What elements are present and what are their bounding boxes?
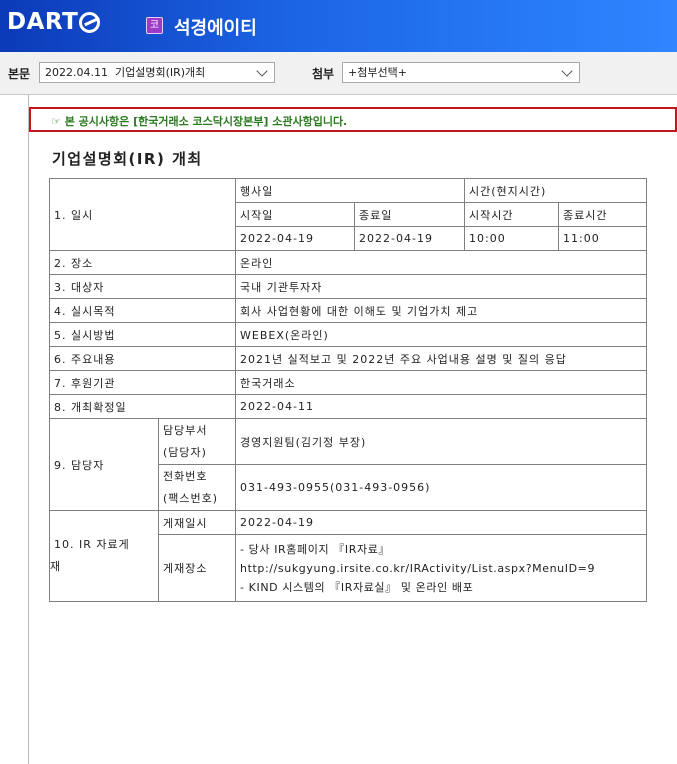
ir-info-table: 1. 일시 행사일 시간(현지시간) 시작일 종료일 시작시간 종료시간 202…: [48, 178, 648, 602]
page-title: 기업설명회(IR) 개최: [52, 150, 203, 168]
target-value: 국내 기관투자자: [235, 274, 648, 299]
dept-value: 경영지원팀(김기정 부장): [235, 418, 648, 465]
end-time-header: 종료시간: [558, 202, 648, 227]
sponsor-value: 한국거래소: [235, 370, 648, 395]
chevron-down-icon: [256, 65, 268, 77]
phone-label-line2: (팩스번호): [163, 491, 219, 505]
end-date-value: 2022-04-19: [354, 226, 466, 251]
start-time-header: 시작시간: [464, 202, 560, 227]
row-label-target: 3. 대상자: [48, 274, 237, 299]
dart-logo-text: DART: [7, 9, 79, 35]
table-row: 8. 개최확정일 2022-04-11: [48, 394, 648, 419]
dept-label-line2: (담당자): [163, 445, 207, 459]
end-date-header: 종료일: [354, 202, 466, 227]
dart-logo[interactable]: DART: [7, 6, 101, 38]
ir-label-line2: 재: [50, 560, 62, 573]
table-row: 3. 대상자 국내 기관투자자: [48, 274, 648, 299]
row-label-method: 5. 실시방법: [48, 322, 237, 347]
purpose-value: 회사 사업현황에 대한 이해도 및 기업가치 제고: [235, 298, 648, 323]
row-label-purpose: 4. 실시목적: [48, 298, 237, 323]
row-label-date: 1. 일시: [48, 178, 237, 251]
ir-site-url: http://sukgyung.irsite.co.kr/IRActivity/…: [240, 561, 596, 575]
document-toolbar: 본문 2022.04.11 기업설명회(IR)개최 첨부 +첨부선택+: [0, 52, 677, 95]
post-place-line3: - KIND 시스템의 『IR자료실』 및 온라인 배포: [240, 580, 474, 594]
content-value: 2021년 실적보고 및 2022년 주요 사업내용 설명 및 질의 응답: [235, 346, 648, 371]
attachment-select-value: +첨부선택+: [348, 66, 407, 79]
start-time-value: 10:00: [464, 226, 560, 251]
table-row: 5. 실시방법 WEBEX(온라인): [48, 322, 648, 347]
row-label-content: 6. 주요내용: [48, 346, 237, 371]
confirm-date-value: 2022-04-11: [235, 394, 648, 419]
post-date-value: 2022-04-19: [235, 510, 648, 535]
main-doc-select-value: 2022.04.11 기업설명회(IR)개최: [45, 66, 206, 79]
dart-logo-o-icon: [79, 11, 101, 33]
time-header: 시간(현지시간): [464, 178, 648, 203]
attachment-select[interactable]: +첨부선택+: [342, 62, 580, 83]
table-row: 7. 후원기관 한국거래소: [48, 370, 648, 395]
end-time-value: 11:00: [558, 226, 648, 251]
event-date-header: 행사일: [235, 178, 466, 203]
dept-label-line1: 담당부서: [163, 423, 208, 437]
chevron-down-icon: [561, 65, 573, 77]
table-row: 10. IR 자료게 재 게재일시 2022-04-19: [49, 510, 648, 602]
table-row: 2. 장소 온라인: [48, 250, 648, 275]
row-label-contact: 9. 담당자: [49, 418, 159, 511]
start-date-header: 시작일: [235, 202, 356, 227]
market-badge: 코: [146, 17, 163, 34]
method-value: WEBEX(온라인): [235, 322, 648, 347]
row-label-ir-material: 10. IR 자료게 재: [49, 510, 159, 602]
phone-value: 031-493-0955(031-493-0956): [235, 464, 648, 511]
post-place-line1: - 당사 IR홈페이지 『IR자료』: [240, 542, 391, 556]
table-row: 9. 담당자 담당부서 (담당자) 경영지원팀(김기정 부장): [49, 418, 648, 511]
phone-label-line1: 전화번호: [163, 469, 208, 483]
place-value: 온라인: [235, 250, 648, 275]
row-label-confirm-date: 8. 개최확정일: [48, 394, 237, 419]
start-date-value: 2022-04-19: [235, 226, 356, 251]
post-date-label: 게재일시: [157, 510, 237, 535]
ir-label-line1: 10. IR 자료게: [54, 538, 130, 551]
dept-label: 담당부서 (담당자): [157, 418, 237, 465]
table-row: 4. 실시목적 회사 사업현황에 대한 이해도 및 기업가치 제고: [48, 298, 648, 323]
main-doc-select[interactable]: 2022.04.11 기업설명회(IR)개최: [39, 62, 275, 83]
company-name: 석경에이티: [174, 18, 257, 39]
main-doc-label: 본문: [8, 67, 31, 81]
row-label-sponsor: 7. 후원기관: [48, 370, 237, 395]
notice-text: ☞ 본 공시사항은 [한국거래소 코스닥시장본부] 소관사항입니다.: [51, 115, 348, 128]
jurisdiction-notice: ☞ 본 공시사항은 [한국거래소 코스닥시장본부] 소관사항입니다.: [29, 107, 677, 132]
table-row: 6. 주요내용 2021년 실적보고 및 2022년 주요 사업내용 설명 및 …: [48, 346, 648, 371]
attachment-label: 첨부: [312, 67, 335, 81]
row-label-place: 2. 장소: [48, 250, 237, 275]
post-place-value: - 당사 IR홈페이지 『IR자료』 http://sukgyung.irsit…: [235, 534, 648, 602]
table-row: 1. 일시 행사일 시간(현지시간): [48, 178, 648, 251]
post-place-label: 게재장소: [157, 534, 237, 602]
phone-label: 전화번호 (팩스번호): [157, 464, 237, 511]
dart-header: DART 코 석경에이티: [0, 0, 677, 52]
